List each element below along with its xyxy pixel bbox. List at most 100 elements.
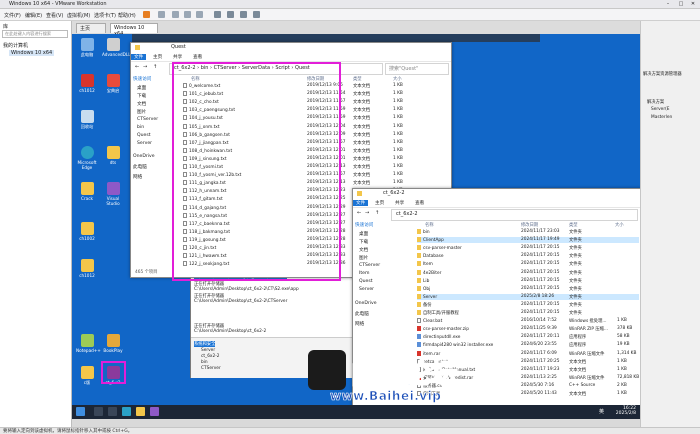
table-row[interactable]: Obj 2024/11/17 20:15 文件夹 xyxy=(417,285,639,292)
nav-item[interactable]: Item xyxy=(359,271,369,276)
taskbar-clock[interactable]: 16:22 2025/2/8 xyxy=(616,406,636,416)
revert-icon[interactable] xyxy=(184,11,191,18)
table-row[interactable]: directinputdll.exe 2024/11/17 20:11 应用程序 58… xyxy=(417,334,639,340)
table-row[interactable]: csv-parser-master 2024/11/17 20:15 文件夹 xyxy=(417,245,639,251)
table-row[interactable]: ClientApp 2024/11/17 19:49 文件夹 xyxy=(417,237,639,244)
pane-item[interactable]: 解决方案 xyxy=(647,99,664,105)
nav-item[interactable]: Quest xyxy=(359,279,373,284)
nav-item[interactable]: 下载 xyxy=(137,93,146,99)
pane-item[interactable]: Server(E xyxy=(651,107,669,112)
column-header-size[interactable]: 大小 xyxy=(393,76,402,82)
nav-item[interactable]: 图片 xyxy=(359,255,368,261)
nav-item[interactable]: Server xyxy=(359,287,374,292)
ribbon-tab-share[interactable]: 共享 xyxy=(173,54,182,60)
pause-icon[interactable] xyxy=(143,11,150,18)
send-keys-icon[interactable] xyxy=(158,11,165,18)
maximize-icon[interactable]: □ xyxy=(675,1,687,7)
ribbon-tab-file[interactable]: 文件 xyxy=(131,54,147,60)
desktop-icon-2[interactable]: AdvancedDLLM xyxy=(102,38,134,57)
nav-item[interactable]: 快速访问 xyxy=(355,222,373,228)
nav-item[interactable]: 图片 xyxy=(137,109,146,115)
menu-help[interactable]: 帮助(H) xyxy=(118,12,136,19)
tab-vm[interactable]: Windows 10 x64 xyxy=(110,23,158,37)
nav-item[interactable]: Quest xyxy=(137,133,151,138)
library-search-input[interactable]: 在此处键入内容进行搜索 xyxy=(2,30,68,38)
table-row[interactable]: Server 2025/2/8 18:26 文件夹 xyxy=(417,293,639,300)
menu-edit[interactable]: 编辑(E) xyxy=(25,12,42,19)
start-icon[interactable] xyxy=(76,407,85,416)
tree-item[interactable]: CTServer xyxy=(201,366,221,371)
menu-file[interactable]: 文件(F) xyxy=(4,12,21,19)
ribbon-tab-view[interactable]: 查看 xyxy=(415,200,424,206)
table-row[interactable]: firmdapi4280 win32 installer.exe 2024/6/2… xyxy=(417,342,639,348)
desktop-icon-7[interactable]: dts xyxy=(102,146,124,165)
table-row[interactable]: csv-parser-master.zip 2024/11/25 9:39 WinR… xyxy=(417,326,639,332)
desktop-icon-15[interactable]: BookPlay xyxy=(102,334,124,353)
nav-item[interactable]: bin xyxy=(137,125,144,130)
desktop-icon-8[interactable]: Crack xyxy=(76,182,98,201)
up-arrow-icon[interactable]: ↑ xyxy=(375,210,379,216)
snapshot-icon[interactable] xyxy=(172,11,179,18)
tab-home[interactable]: 主页 xyxy=(76,23,106,33)
desktop-icon-4[interactable]: 宝典启 xyxy=(102,74,124,93)
tree-item[interactable]: 系统和安全 xyxy=(194,341,216,347)
input-language[interactable]: 英 xyxy=(599,408,604,415)
task-view-icon[interactable] xyxy=(108,407,117,416)
search-input[interactable]: 搜索"Quest" xyxy=(385,63,449,75)
nav-item[interactable]: CTServer xyxy=(137,117,158,122)
column-header-size[interactable]: 大小 xyxy=(615,222,624,228)
desktop-icon-notepad[interactable]: Notepad++ xyxy=(76,334,101,353)
nav-item[interactable]: 此电脑 xyxy=(355,311,369,317)
back-arrow-icon[interactable]: ← xyxy=(135,64,139,70)
nav-item[interactable]: 桌面 xyxy=(137,85,146,91)
desktop-icon-this-pc[interactable]: 此电脑 xyxy=(76,38,98,57)
nav-item[interactable]: 网络 xyxy=(355,321,364,327)
console-view-icon[interactable] xyxy=(240,11,247,18)
desktop-icon-recycle-bin[interactable]: 回收站 xyxy=(76,110,98,129)
edge-icon[interactable] xyxy=(122,407,131,416)
nav-item[interactable]: 此电脑 xyxy=(133,164,147,170)
table-row[interactable]: Lib 2024/11/17 20:15 文件夹 xyxy=(417,277,639,284)
ribbon-tab-share[interactable]: 共享 xyxy=(395,200,404,206)
forward-arrow-icon[interactable]: → xyxy=(143,64,147,70)
table-row[interactable]: bin 2024/11/17 23:03 文件夹 xyxy=(417,229,639,235)
nav-item[interactable]: 文档 xyxy=(137,101,146,107)
menu-vm[interactable]: 虚拟机(M) xyxy=(67,12,90,19)
table-row[interactable]: 自制工具/开服教程 2024/11/17 20:15 文件夹 xyxy=(417,310,639,316)
tree-item[interactable]: bin xyxy=(201,360,208,365)
tree-item[interactable]: Server xyxy=(201,348,215,353)
library-root[interactable]: 我的计算机 xyxy=(3,42,28,49)
forward-arrow-icon[interactable]: → xyxy=(365,210,369,216)
nav-item[interactable]: 文档 xyxy=(359,247,368,253)
table-row[interactable]: Clear.bat 2016/10/14 7:52 Windows 批处理... 1 … xyxy=(417,318,639,324)
breadcrumb[interactable]: ct_6x2-2 xyxy=(396,211,418,217)
nav-item[interactable]: OneDrive xyxy=(355,301,377,306)
close-icon[interactable]: ✕ xyxy=(687,1,699,7)
nav-item[interactable]: 桌面 xyxy=(359,231,368,237)
stretch-icon[interactable] xyxy=(253,11,260,18)
address-bar[interactable]: ct_6x2-2 xyxy=(391,209,638,221)
file-explorer-icon[interactable] xyxy=(136,407,145,416)
nav-item[interactable]: 快速访问 xyxy=(133,76,151,82)
visual-studio-icon[interactable] xyxy=(150,407,159,416)
desktop-icon-3[interactable]: ch1012 xyxy=(76,74,98,93)
desktop-icon-10[interactable]: ch1002 xyxy=(76,222,98,241)
fullscreen-icon[interactable] xyxy=(214,11,221,18)
table-row[interactable]: 自制工具 2024/5/20 11:43 文本文档 1 KB xyxy=(417,391,639,397)
back-arrow-icon[interactable]: ← xyxy=(357,210,361,216)
table-row[interactable]: Item 2024/11/17 20:15 文件夹 xyxy=(417,261,639,267)
nav-item[interactable]: Server xyxy=(137,141,152,146)
column-header-date[interactable]: 修改日期 xyxy=(521,222,538,228)
column-header-name[interactable]: 名称 xyxy=(425,222,434,228)
desktop-icon-13[interactable]: c版 xyxy=(76,366,98,385)
nav-item[interactable]: 网络 xyxy=(133,174,142,180)
console-window[interactable]: 正在打开存储器 C:\Users\Admin\Desktop\ct_6x2-2\… xyxy=(190,266,377,378)
table-row[interactable]: 备份 2024/11/17 20:15 文件夹 xyxy=(417,301,639,308)
ribbon-tab-home[interactable]: 主页 xyxy=(153,54,162,60)
menu-view[interactable]: 查看(V) xyxy=(46,12,63,19)
nav-item[interactable]: OneDrive xyxy=(133,154,155,159)
library-vm-item[interactable]: Windows 10 x64 xyxy=(9,50,55,56)
nav-item[interactable]: CTServer xyxy=(359,263,380,268)
desktop-icon-edge[interactable]: Microsoft Edge xyxy=(76,146,98,170)
ribbon-tab-file[interactable]: 文件 xyxy=(353,200,369,206)
